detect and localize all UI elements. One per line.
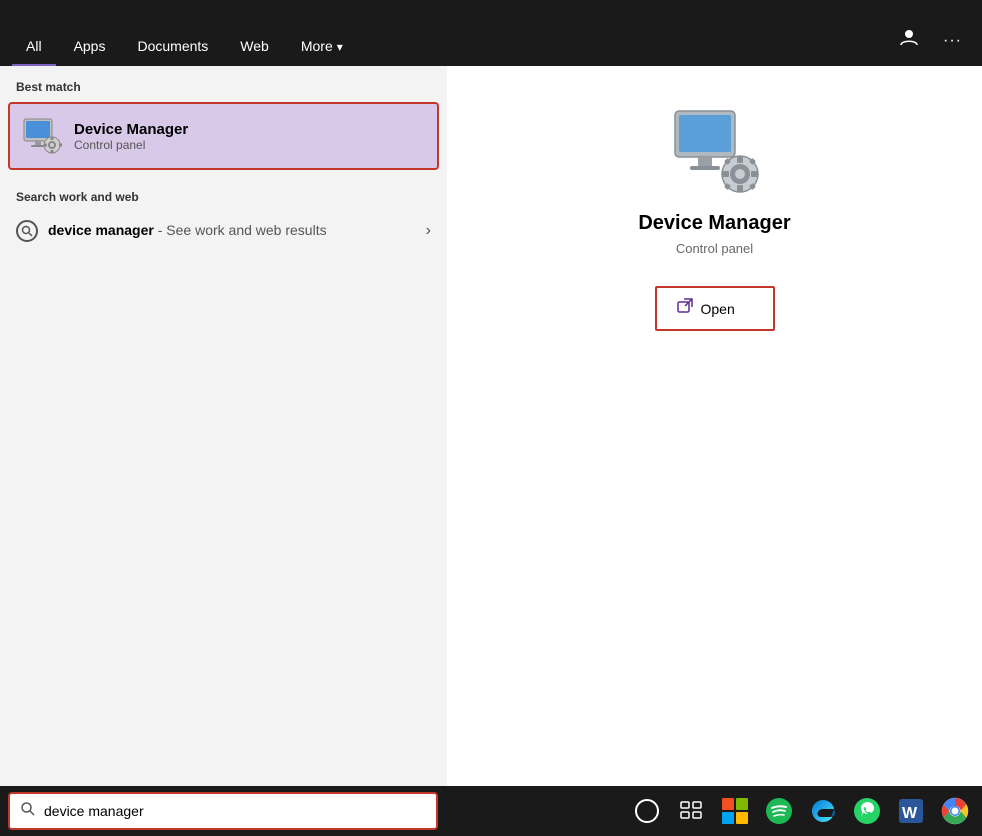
tab-documents[interactable]: Documents — [123, 0, 222, 66]
taskbar-search-text: device manager — [44, 803, 144, 819]
best-match-subtitle: Control panel — [74, 138, 188, 152]
tab-all[interactable]: All — [12, 0, 56, 66]
search-content: Best match — [0, 66, 982, 786]
nav-right-controls: ··· — [891, 23, 970, 66]
device-manager-svg — [22, 117, 62, 155]
taskbar-spotify-button[interactable] — [760, 792, 798, 830]
taskbar-task-view-button[interactable] — [672, 792, 710, 830]
search-icon — [20, 801, 36, 817]
spotify-icon — [765, 797, 793, 825]
taskbar-whatsapp-button[interactable] — [848, 792, 886, 830]
nav-bar: All Apps Documents Web More ▾ ··· — [0, 0, 982, 66]
more-chevron-icon: ▾ — [337, 40, 343, 54]
taskbar-icons: W — [628, 792, 974, 830]
taskbar-search-bar[interactable]: device manager — [8, 792, 438, 830]
taskbar-store-button[interactable] — [716, 792, 754, 830]
taskbar-word-button[interactable]: W — [892, 792, 930, 830]
tab-documents-label: Documents — [137, 38, 208, 54]
left-panel: Best match — [0, 66, 447, 786]
taskbar: device manager — [0, 786, 982, 836]
web-search-item[interactable]: device manager - See work and web result… — [0, 212, 447, 250]
store-icon — [721, 797, 749, 825]
detail-subtitle: Control panel — [676, 241, 753, 256]
tab-more-label: More — [301, 38, 333, 54]
word-icon: W — [897, 797, 925, 825]
external-link-icon — [677, 298, 693, 314]
tab-web[interactable]: Web — [226, 0, 283, 66]
web-section-label: Search work and web — [0, 178, 447, 212]
open-button[interactable]: Open — [655, 286, 775, 331]
best-match-label: Best match — [0, 66, 447, 102]
best-match-text: Device Manager Control panel — [74, 121, 188, 152]
web-search-icon — [16, 220, 38, 242]
taskbar-edge-button[interactable] — [804, 792, 842, 830]
profile-button[interactable] — [891, 23, 927, 56]
svg-text:W: W — [902, 805, 918, 822]
chrome-icon — [941, 797, 969, 825]
best-match-title: Device Manager — [74, 121, 188, 138]
device-manager-detail-icon — [670, 106, 760, 196]
right-panel: Device Manager Control panel Open — [447, 66, 982, 786]
tab-apps[interactable]: Apps — [60, 0, 120, 66]
detail-title: Device Manager — [638, 212, 790, 235]
circle-icon — [634, 798, 660, 824]
ellipsis-icon: ··· — [943, 32, 962, 49]
open-external-icon — [677, 298, 693, 319]
tab-all-label: All — [26, 38, 42, 54]
magnifier-icon — [21, 225, 33, 237]
open-button-label: Open — [701, 301, 735, 317]
search-query-text: device manager — [48, 222, 154, 238]
task-view-icon — [679, 799, 703, 823]
chevron-right-icon: › — [426, 222, 431, 240]
device-manager-icon-small — [22, 116, 62, 156]
tab-web-label: Web — [240, 38, 269, 54]
web-search-text: device manager - See work and web result… — [48, 222, 327, 240]
tab-more[interactable]: More ▾ — [287, 0, 357, 66]
taskbar-chrome-button[interactable] — [936, 792, 974, 830]
best-match-result[interactable]: Device Manager Control panel — [8, 102, 439, 170]
more-options-button[interactable]: ··· — [935, 25, 970, 54]
tab-apps-label: Apps — [74, 38, 106, 54]
search-overlay: All Apps Documents Web More ▾ ··· — [0, 0, 982, 836]
taskbar-search-button[interactable] — [628, 792, 666, 830]
taskbar-search-icon — [20, 801, 36, 822]
device-manager-large-svg — [670, 106, 760, 196]
search-suffix-text: - See work and web results — [154, 222, 327, 238]
person-icon — [899, 27, 919, 47]
whatsapp-icon — [853, 797, 881, 825]
edge-icon — [809, 797, 837, 825]
